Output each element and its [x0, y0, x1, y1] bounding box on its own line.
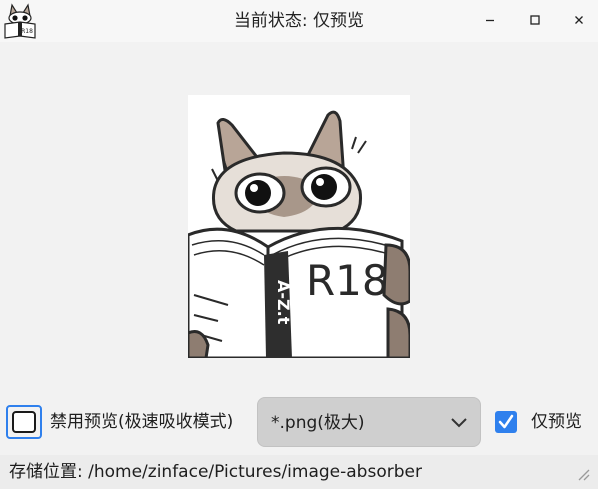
checkmark-icon [498, 414, 514, 429]
controls-row: 禁用预览(极速吸收模式) *.png(极大) 仅预览 [0, 395, 598, 449]
image-preview: A-Z.t R18 [188, 95, 410, 358]
resize-grip-icon[interactable] [574, 465, 590, 481]
close-button[interactable] [562, 5, 596, 35]
cat-reading-illustration: A-Z.t R18 [188, 95, 410, 358]
maximize-button[interactable] [518, 5, 552, 35]
storage-location-text: 存储位置: /home/zinface/Pictures/image-absor… [9, 462, 422, 482]
book-cover-text: R18 [306, 256, 389, 305]
format-select-value: *.png(极大) [271, 413, 365, 433]
disable-preview-checkbox[interactable] [6, 405, 42, 439]
format-select[interactable]: *.png(极大) [257, 397, 481, 447]
minimize-button[interactable] [473, 5, 507, 35]
preview-only-checkbox[interactable] [495, 411, 517, 433]
book-spine-text: A-Z.t [274, 280, 293, 325]
disable-preview-label[interactable]: 禁用预览(极速吸收模式) [50, 395, 233, 449]
close-icon [575, 16, 583, 24]
chevron-down-icon [451, 418, 467, 428]
window-title: 当前状态: 仅预览 [233, 11, 365, 31]
status-bar: 存储位置: /home/zinface/Pictures/image-absor… [0, 455, 598, 489]
minimize-icon [486, 19, 494, 22]
maximize-icon [530, 15, 540, 25]
title-bar: R18 当前状态: 仅预览 [0, 0, 598, 42]
checkbox-box [12, 411, 36, 433]
preview-only-label[interactable]: 仅预览 [531, 395, 582, 449]
